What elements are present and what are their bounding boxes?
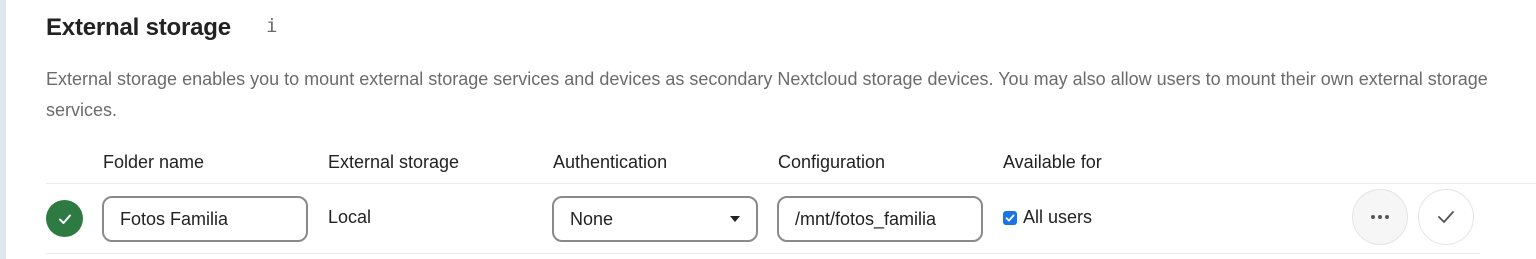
authentication-value: None (570, 208, 614, 229)
folder-name-value: Fotos Familia (120, 208, 229, 229)
header-external-storage: External storage (328, 152, 460, 172)
more-actions-button[interactable] (1352, 189, 1408, 245)
more-icon (1371, 215, 1389, 219)
left-rail (0, 0, 6, 259)
configuration-value: /mnt/fotos_familia (795, 208, 937, 229)
section-title: External storage (46, 14, 231, 41)
all-users-checkbox[interactable] (1003, 210, 1017, 225)
chevron-down-icon (730, 216, 740, 222)
available-for-all-users[interactable]: All users (1003, 207, 1092, 228)
header-folder-name: Folder name (103, 152, 205, 172)
folder-name-input[interactable]: Fotos Familia (102, 196, 308, 242)
header-configuration: Configuration (778, 152, 886, 172)
section-description: External storage enables you to mount ex… (46, 69, 1488, 120)
authentication-select[interactable]: None (552, 196, 758, 242)
info-icon[interactable]: i (266, 15, 277, 37)
header-available-for: Available for (1003, 152, 1102, 172)
divider (46, 253, 1480, 254)
divider (46, 183, 1536, 184)
all-users-label: All users (1023, 207, 1093, 227)
external-storage-value: Local (328, 207, 372, 227)
checkmark-icon (1438, 211, 1454, 223)
configuration-input[interactable]: /mnt/fotos_familia (777, 196, 983, 242)
check-circle-icon (46, 200, 83, 237)
header-authentication: Authentication (553, 152, 668, 172)
save-button[interactable] (1418, 189, 1474, 245)
